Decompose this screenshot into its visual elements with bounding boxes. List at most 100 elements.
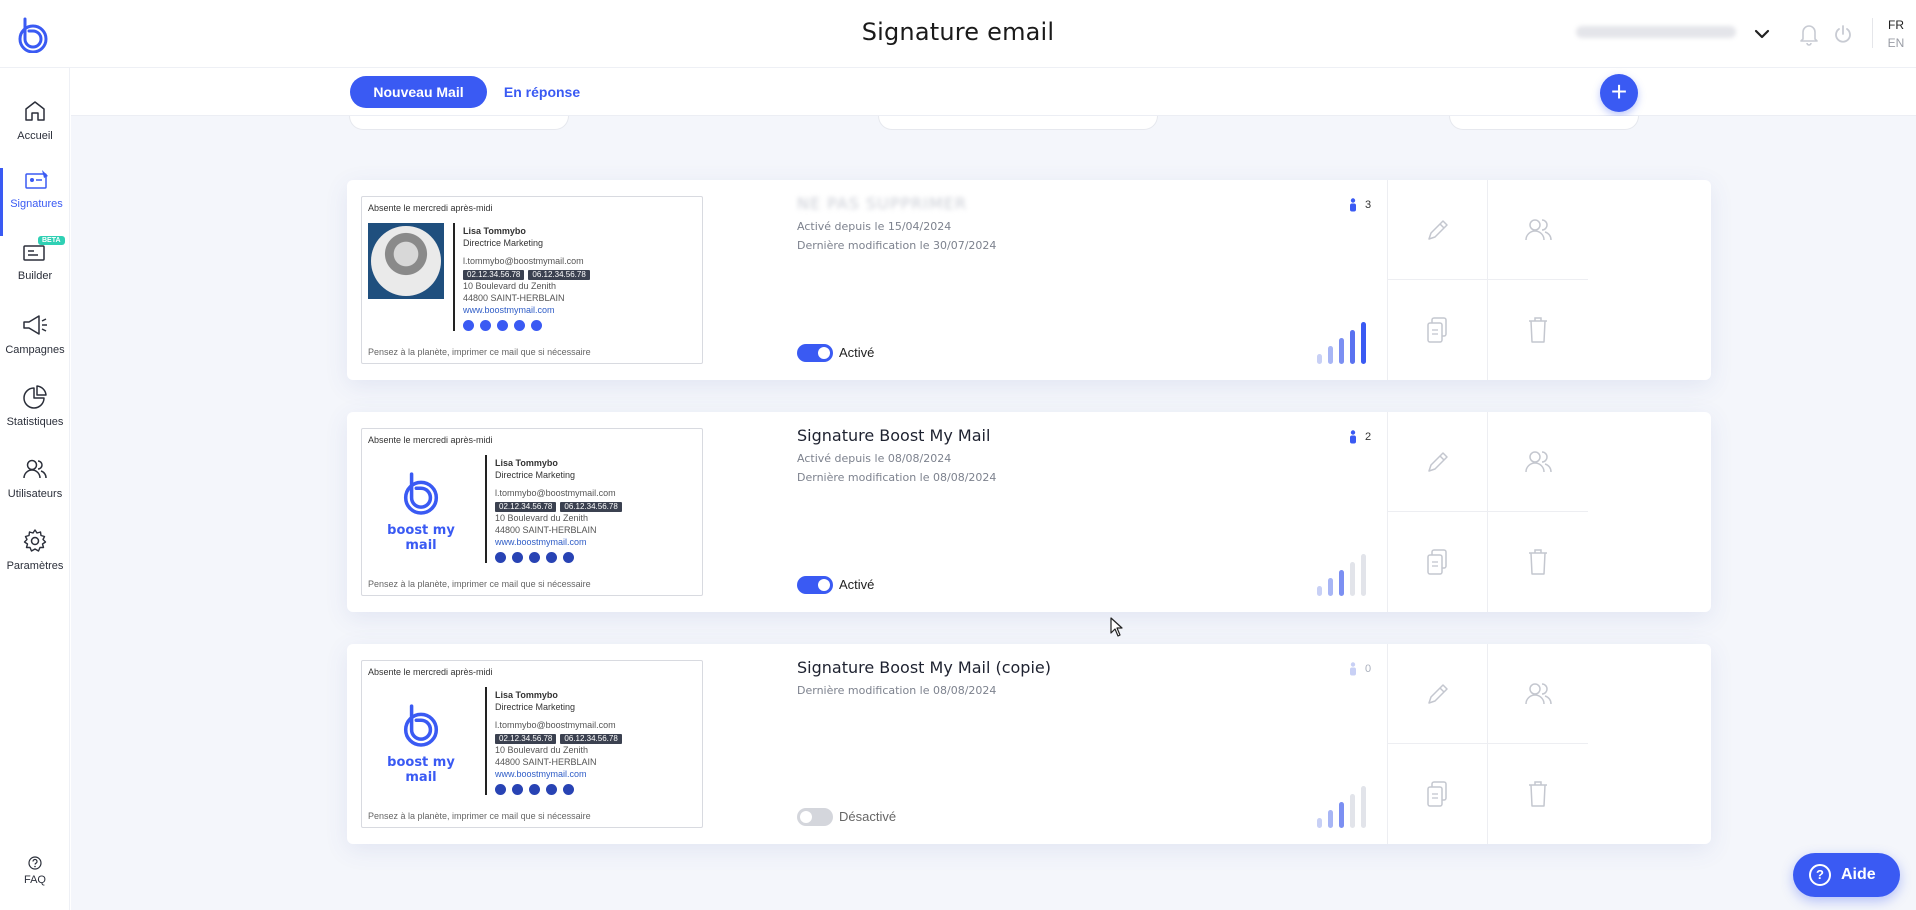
usage-bar (1317, 586, 1322, 596)
preview-role: Directrice Marketing (495, 470, 576, 480)
chevron-down-icon[interactable] (1752, 24, 1772, 44)
sidebar-item-label: Paramètres (6, 560, 64, 572)
users-icon (1525, 450, 1552, 472)
users-count: 0 (1349, 662, 1371, 676)
edit-button[interactable] (1388, 180, 1488, 280)
sidebar-item-utilisateurs[interactable]: Utilisateurs (0, 456, 70, 524)
delete-button[interactable] (1488, 744, 1588, 844)
delete-button[interactable] (1488, 280, 1588, 380)
usage-bar (1361, 554, 1366, 596)
duplicate-button[interactable] (1388, 280, 1488, 380)
language-fr[interactable]: FR (1886, 18, 1906, 32)
signature-card[interactable]: Absente le mercredi après-midi Lisa Tomm… (347, 180, 1711, 380)
question-circle-icon (28, 856, 42, 870)
assign-users-button[interactable] (1488, 644, 1588, 744)
usage-bar (1328, 810, 1333, 828)
help-label: Aide (1841, 866, 1876, 883)
users-count-value: 0 (1365, 662, 1372, 675)
instagram-icon (563, 784, 574, 795)
usage-bar (1339, 802, 1344, 828)
preview-email: l.tommybo@boostmymail.com (495, 720, 616, 730)
assign-users-button[interactable] (1488, 180, 1588, 280)
sidebar-item-campagnes[interactable]: Campagnes (0, 312, 70, 380)
sidebar-item-accueil[interactable]: Accueil (0, 98, 70, 166)
sidebar-item-signatures[interactable]: Signatures (0, 168, 70, 236)
duplicate-button[interactable] (1388, 744, 1488, 844)
language-en[interactable]: EN (1886, 36, 1906, 50)
youtube-icon (514, 320, 525, 331)
usage-bar (1339, 570, 1344, 596)
preview-name: Lisa Tommybo (495, 458, 558, 468)
pie-chart-icon (23, 385, 47, 409)
preview-phone: 02.12.34.56.78 (463, 270, 525, 280)
signature-card[interactable]: Absente le mercredi après-midi boost my … (347, 412, 1711, 612)
signature-icon (24, 170, 48, 189)
activation-toggle[interactable] (797, 576, 833, 594)
card-actions (1387, 180, 1711, 380)
facebook-icon (497, 320, 508, 331)
preview-role: Directrice Marketing (495, 702, 576, 712)
youtube-icon (546, 784, 557, 795)
person-icon (1350, 430, 1356, 444)
profile-photo (368, 223, 444, 299)
activation-toggle[interactable] (797, 344, 833, 362)
tab-en-reponse[interactable]: En réponse (487, 76, 597, 108)
twitter-icon (512, 552, 523, 563)
activation-toggle-label: Activé (839, 577, 875, 592)
activation-toggle[interactable] (797, 808, 833, 826)
twitter-icon (480, 320, 491, 331)
preview-social-icons (495, 552, 626, 566)
tab-nouveau-mail[interactable]: Nouveau Mail (350, 76, 487, 108)
home-icon (25, 101, 45, 121)
hidden-filter-pill (349, 116, 569, 130)
sidebar: Accueil Signatures BETA Builder Campagne… (0, 68, 70, 910)
preview-phone: 02.12.34.56.78 (495, 502, 557, 512)
trash-icon (1529, 549, 1547, 575)
help-button[interactable]: ? Aide (1793, 853, 1900, 897)
preview-email: l.tommybo@boostmymail.com (495, 488, 616, 498)
add-signature-button[interactable]: + (1600, 74, 1638, 112)
sidebar-item-statistiques[interactable]: Statistiques (0, 384, 70, 452)
edit-button[interactable] (1388, 412, 1488, 512)
preview-phone: 06.12.34.56.78 (560, 502, 622, 512)
signature-preview[interactable]: Absente le mercredi après-midi Lisa Tomm… (361, 196, 703, 364)
usage-level-bars (1317, 320, 1381, 364)
users-icon (1525, 682, 1552, 704)
signature-card[interactable]: Absente le mercredi après-midi boost my … (347, 644, 1711, 844)
usage-bar (1361, 322, 1366, 364)
edit-button[interactable] (1388, 644, 1488, 744)
card-actions (1387, 412, 1711, 612)
logo-text: boost my mail (387, 755, 455, 785)
delete-button[interactable] (1488, 512, 1588, 612)
preview-website: www.boostmymail.com (463, 305, 555, 315)
assign-users-button[interactable] (1488, 412, 1588, 512)
language-separator (1872, 18, 1873, 48)
signature-preview[interactable]: Absente le mercredi après-midi boost my … (361, 660, 703, 828)
facebook-icon (529, 784, 540, 795)
user-email-blurred[interactable] (1576, 26, 1736, 38)
logo-text: boost my mail (387, 523, 455, 553)
sidebar-item-parametres[interactable]: Paramètres (0, 528, 70, 596)
bell-icon[interactable] (1798, 22, 1820, 46)
preview-name: Lisa Tommybo (495, 690, 558, 700)
usage-bar (1350, 330, 1355, 364)
signature-title: Signature Boost My Mail (797, 426, 991, 445)
power-icon[interactable] (1832, 22, 1854, 46)
signature-title: Signature Boost My Mail (copie) (797, 658, 1051, 677)
company-logo: boost my mail (376, 471, 466, 553)
preview-address: 44800 SAINT-HERBLAIN (463, 293, 565, 303)
instagram-icon (563, 552, 574, 563)
main-content: Nouveau Mail En réponse + Absente le mer… (71, 68, 1916, 910)
pencil-icon (1427, 219, 1448, 240)
sidebar-item-builder[interactable]: BETA Builder (0, 236, 70, 308)
sidebar-item-label: Statistiques (6, 416, 64, 428)
preview-social-icons (495, 784, 626, 798)
usage-bar (1317, 354, 1322, 364)
activation-date: Activé depuis le 08/08/2024 (797, 452, 952, 465)
last-modified-date: Dernière modification le 30/07/2024 (797, 239, 997, 252)
preview-address: 44800 SAINT-HERBLAIN (495, 757, 597, 767)
duplicate-button[interactable] (1388, 512, 1488, 612)
signature-preview[interactable]: Absente le mercredi après-midi boost my … (361, 428, 703, 596)
faq-link[interactable]: FAQ (0, 856, 70, 886)
preview-top-text: Absente le mercredi après-midi (368, 667, 493, 677)
